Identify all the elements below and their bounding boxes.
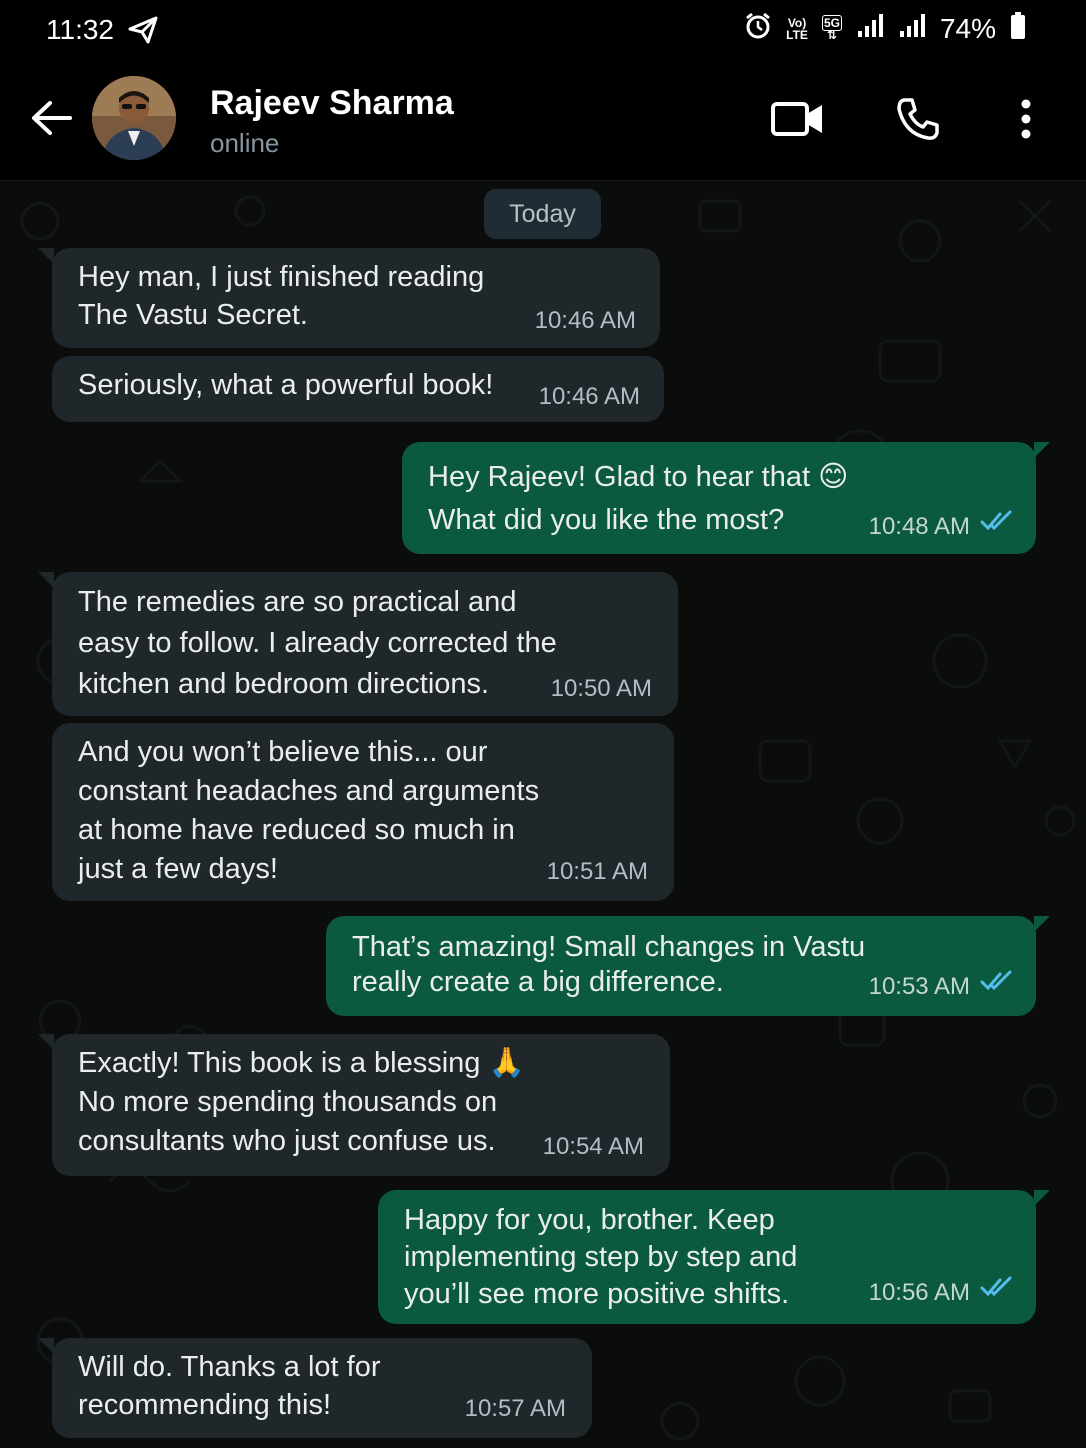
message-time: 10:56 AM [868,1279,970,1306]
message-text: Happy for you, brother. Keep implementin… [404,1204,798,1310]
message-time: 10:54 AM [542,1133,644,1160]
message-text: Will do. Thanks a lot for recommending t… [78,1351,381,1421]
date-chip: Today [484,189,601,239]
read-receipt-icon [980,964,1016,1002]
status-bar: 11:32 Vo) LTE 5G ⇅ 74% [0,0,1086,62]
incoming-message[interactable]: Hey man, I just finished reading The Vas… [38,248,660,348]
network-label: 5G [821,14,842,31]
read-receipt-icon [980,1270,1016,1308]
signal-strength-icon-1 [856,13,884,44]
message-text: And you won’t believe this... our consta… [78,736,540,885]
chat-header: Rajeev Sharma online [0,62,1086,181]
video-call-icon[interactable] [770,96,826,147]
contact-status: online [210,128,280,158]
message-time: 10:46 AM [538,383,640,410]
phone-icon[interactable] [895,96,941,147]
battery-icon [1010,12,1026,45]
outgoing-message[interactable]: That’s amazing! Small changes in Vastu r… [326,916,1050,1016]
message-time: 10:51 AM [546,858,648,885]
message-time: 10:46 AM [534,307,636,334]
contact-name[interactable]: Rajeev Sharma [210,84,454,123]
message-text: Exactly! This book is a blessing 🙏 No mo… [78,1047,525,1157]
message-time: 10:57 AM [464,1395,566,1422]
battery-percent: 74% [939,12,996,44]
message-time: 10:50 AM [550,675,652,702]
incoming-message[interactable]: Will do. Thanks a lot for recommending t… [38,1338,592,1438]
alarm-icon [744,12,772,45]
back-arrow-icon[interactable] [30,100,74,141]
message-text: Hey Rajeev! Glad to hear that 😊 What did… [428,461,849,536]
message-time: 10:53 AM [868,973,970,1000]
message-time: 10:48 AM [868,513,970,540]
message-text: The remedies are so practical and easy t… [78,586,557,700]
outgoing-message[interactable]: Hey Rajeev! Glad to hear that 😊 What did… [402,442,1050,554]
message-text: That’s amazing! Small changes in Vastu r… [352,931,866,998]
lte-label: LTE [786,27,808,42]
message-text: Seriously, what a powerful book! [78,369,494,401]
network-type-indicator: 5G ⇅ [821,14,842,42]
incoming-message[interactable]: The remedies are so practical and easy t… [38,572,678,716]
read-receipt-icon [980,504,1016,542]
telegram-icon [128,16,158,49]
incoming-message[interactable]: Seriously, what a powerful book! 10:46 A… [52,356,664,422]
outgoing-message[interactable]: Happy for you, brother. Keep implementin… [378,1190,1050,1324]
volte-indicator: Vo) LTE [786,17,808,41]
status-indicators: Vo) LTE 5G ⇅ 74% [744,12,1026,45]
contact-avatar[interactable] [92,76,176,160]
status-time: 11:32 [46,14,114,45]
chat-area[interactable]: Today Hey man, I just finished reading T… [0,181,1086,1448]
incoming-message[interactable]: Exactly! This book is a blessing 🙏 No mo… [38,1034,670,1176]
signal-strength-icon-2 [898,13,926,44]
more-options-icon[interactable] [1014,96,1038,147]
message-text: Hey man, I just finished reading The Vas… [78,261,485,331]
incoming-message[interactable]: And you won’t believe this... our consta… [52,723,674,901]
